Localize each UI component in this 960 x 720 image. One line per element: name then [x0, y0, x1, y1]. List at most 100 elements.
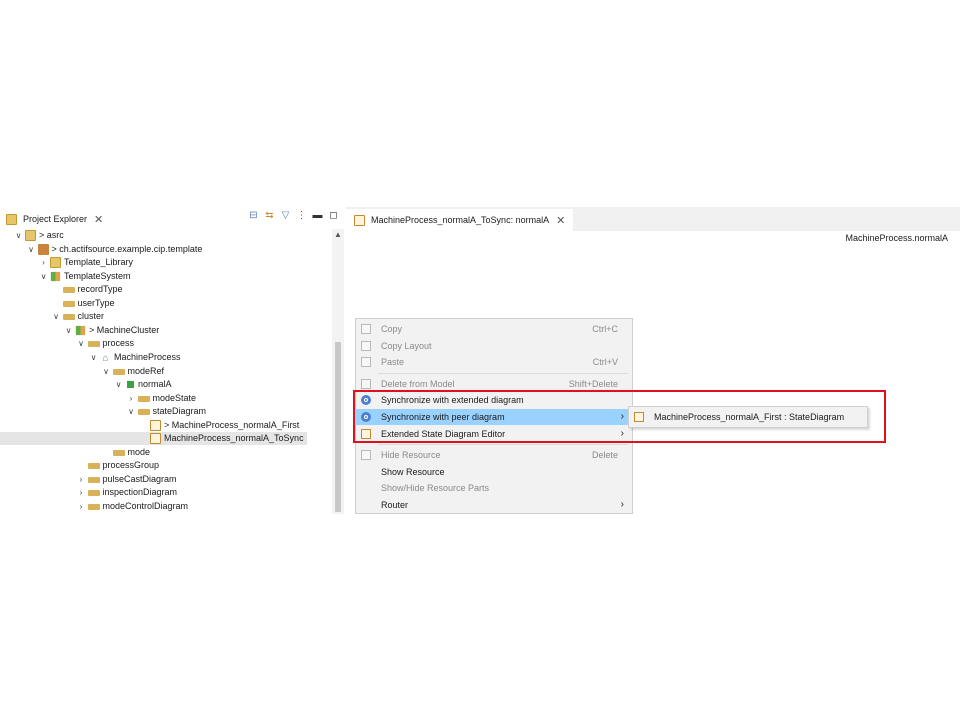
tree-item[interactable]: userType: [0, 297, 115, 310]
filter-icon[interactable]: ▽: [280, 210, 291, 221]
tree-item-label: TemplateSystem: [64, 270, 131, 281]
tree-item-label: asrc: [46, 230, 64, 240]
tree-item-label: cluster: [77, 311, 105, 322]
state-icon: [127, 381, 134, 389]
tree-item-label: modeState: [152, 392, 197, 403]
hierarchy-icon: ⌂: [102, 352, 109, 364]
tree-item[interactable]: processGroup: [0, 459, 159, 472]
expand-chevron-icon[interactable]: ∨: [89, 351, 98, 364]
expand-chevron-icon[interactable]: ∨: [114, 378, 123, 391]
tree-item-label: recordType: [77, 284, 123, 295]
expand-chevron-icon[interactable]: ∨: [102, 365, 111, 378]
menu-item-label: Router: [381, 500, 409, 510]
menu-item-copy-layout: Copy Layout: [356, 338, 632, 354]
minimize-icon[interactable]: ▬: [312, 210, 323, 221]
menu-item-paste: Paste Ctrl+V: [356, 354, 632, 370]
collapse-chevron-icon[interactable]: ›: [77, 500, 86, 513]
view-menu-icon[interactable]: ⋮: [296, 210, 307, 221]
tree-item[interactable]: ∨ process: [0, 337, 134, 350]
close-icon[interactable]: ✕: [556, 214, 565, 227]
expand-chevron-icon[interactable]: ∨: [127, 405, 136, 418]
tree-item-label: ch.actifsource.example.cip.template: [59, 243, 203, 254]
tree-item[interactable]: › Template_Library: [0, 256, 133, 269]
tree-item[interactable]: ∨ ⌂ MachineProcess: [0, 351, 181, 364]
tree-item[interactable]: ∨ cluster: [0, 310, 104, 323]
project-explorer-view: Project Explorer ✕ ⊟ ⇆ ▽ ⋮ ▬ ◻ ∨ > asrc ∨ >…: [0, 207, 345, 514]
tree-item[interactable]: ∨ TemplateSystem: [0, 270, 131, 283]
reference-icon: [62, 300, 75, 307]
collapse-all-icon[interactable]: ⊟: [248, 210, 259, 221]
expand-chevron-icon[interactable]: ∨: [77, 337, 86, 350]
tree-item[interactable]: › modeState: [0, 392, 196, 405]
scroll-up-arrow-icon[interactable]: ▲: [332, 229, 344, 241]
collapse-chevron-icon[interactable]: ›: [77, 473, 86, 486]
tree-item[interactable]: › modeControlDiagram: [0, 500, 188, 513]
menu-item-label: Show Resource: [381, 466, 445, 477]
tree-item[interactable]: recordType: [0, 283, 123, 296]
reference-icon: [137, 395, 150, 402]
menu-separator: [378, 444, 628, 446]
paste-icon: [361, 357, 371, 368]
tree-item[interactable]: › inspectionDiagram: [0, 486, 177, 499]
tree-item[interactable]: ∨ > MachineCluster: [0, 324, 159, 337]
copy-icon: [361, 324, 371, 334]
link-with-editor-icon[interactable]: ⇆: [264, 210, 275, 221]
menu-item-show-hide-resource-parts: Show/Hide Resource Parts: [356, 480, 632, 496]
expand-chevron-icon[interactable]: ∨: [14, 229, 23, 242]
package-icon: [37, 243, 49, 255]
tree-item[interactable]: MachineProcess_normalA_ToSync: [0, 432, 307, 446]
explorer-tab-bar: Project Explorer ✕ ⊟ ⇆ ▽ ⋮ ▬ ◻: [0, 207, 345, 229]
explorer-scrollbar[interactable]: ▲: [332, 229, 344, 514]
reference-icon: [112, 449, 125, 456]
tree-item[interactable]: › pulseCastDiagram: [0, 473, 177, 486]
reference-icon: [137, 409, 150, 416]
state-diagram-icon: [150, 419, 161, 431]
reference-icon: [87, 504, 100, 510]
menu-item-label: Show/Hide Resource Parts: [381, 483, 490, 494]
collapse-chevron-icon[interactable]: ›: [77, 486, 86, 499]
folder-icon: [25, 230, 36, 241]
project-explorer-tab[interactable]: Project Explorer ✕: [4, 211, 103, 227]
tree-item-label: Template_Library: [64, 257, 134, 268]
editor-tab[interactable]: MachineProcess_normalA_ToSync: normalA ✕: [346, 209, 574, 231]
expand-chevron-icon[interactable]: ∨: [52, 310, 61, 323]
tree-item[interactable]: ∨ > ch.actifsource.example.cip.template: [0, 243, 202, 256]
tree-item-label: normalA: [138, 379, 172, 390]
maximize-icon[interactable]: ◻: [328, 210, 339, 221]
menu-item-show-resource[interactable]: Show Resource: [356, 464, 632, 480]
tree-item-label: inspectionDiagram: [102, 487, 178, 498]
reference-icon: [87, 341, 100, 348]
system-icon: [75, 325, 86, 336]
expand-chevron-icon[interactable]: ∨: [39, 270, 48, 283]
tree-item-prefix: >: [39, 230, 47, 240]
tree-item[interactable]: ∨ normalA: [0, 378, 172, 391]
tree-item-label: modeRef: [127, 365, 165, 376]
tree-item[interactable]: > MachineProcess_normalA_First: [0, 419, 299, 432]
menu-item-label: Copy Layout: [381, 340, 432, 351]
tree-item-label: mode: [127, 446, 151, 457]
expand-chevron-icon[interactable]: ∨: [27, 243, 36, 256]
reference-icon: [87, 476, 100, 483]
tree-item[interactable]: ∨ stateDiagram: [0, 405, 206, 418]
collapse-chevron-icon[interactable]: ›: [127, 392, 136, 405]
reference-icon: [62, 314, 75, 321]
project-explorer-icon: [6, 213, 17, 225]
tree-item-label: MachineCluster: [96, 324, 160, 335]
editor-tab-label: MachineProcess_normalA_ToSync: normalA: [371, 215, 550, 225]
tree-item[interactable]: ∨ > asrc: [0, 229, 64, 242]
menu-item-router[interactable]: Router ›: [356, 497, 632, 513]
tree-item[interactable]: mode: [0, 446, 150, 459]
tree-item-label: MachineProcess_normalA_First: [171, 419, 300, 430]
reference-icon: [87, 490, 100, 497]
menu-item-accelerator: Delete: [591, 450, 618, 461]
tree-item-label: userType: [77, 297, 115, 308]
diagram-breadcrumb: MachineProcess.normalA: [845, 233, 948, 243]
collapse-chevron-icon[interactable]: ›: [39, 256, 48, 269]
expand-chevron-icon[interactable]: ∨: [64, 324, 73, 337]
scroll-thumb[interactable]: [335, 342, 341, 512]
reference-icon: [112, 368, 125, 375]
tree-item-label: modeControlDiagram: [102, 501, 189, 511]
close-icon[interactable]: ✕: [94, 213, 103, 226]
tree-item[interactable]: ∨ modeRef: [0, 365, 164, 378]
menu-item-accelerator: Ctrl+V: [592, 357, 618, 368]
